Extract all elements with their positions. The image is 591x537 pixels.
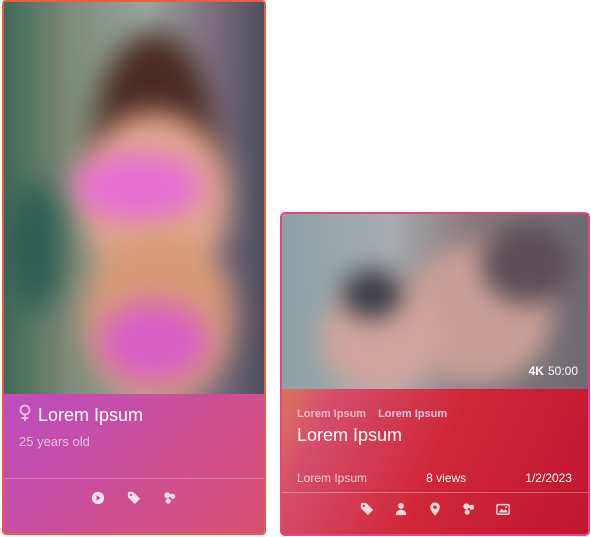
profile-age: 25 years old	[19, 434, 90, 449]
video-author[interactable]: Lorem Ipsum	[297, 471, 367, 485]
profile-thumbnail[interactable]	[4, 2, 264, 394]
view-count: 8 views	[426, 471, 467, 485]
divider	[282, 492, 588, 493]
video-title[interactable]: Lorem Ipsum	[297, 425, 402, 446]
play-icon[interactable]	[90, 490, 106, 506]
person-icon[interactable]	[393, 501, 409, 517]
profile-name[interactable]: Lorem Ipsum	[38, 405, 143, 426]
upload-date: 1/2/2023	[525, 471, 572, 485]
gallery-icon[interactable]	[495, 501, 511, 517]
category-tag[interactable]: Lorem Ipsum	[297, 408, 366, 420]
fan-icon[interactable]	[461, 501, 477, 517]
video-thumbnail[interactable]	[282, 214, 588, 389]
quality-label: 4K	[528, 364, 544, 378]
duration-label: 50:00	[547, 364, 578, 378]
video-card[interactable]: 4K 50:00 Lorem Ipsum Lorem Ipsum Lorem I…	[280, 212, 590, 536]
tag-icon[interactable]	[359, 501, 375, 517]
female-icon	[18, 404, 32, 427]
category-tag[interactable]: Lorem Ipsum	[378, 408, 447, 420]
video-duration-badge: 4K 50:00	[529, 364, 578, 378]
fan-icon[interactable]	[162, 490, 178, 506]
profile-card[interactable]: Lorem Ipsum 25 years old	[2, 0, 266, 535]
location-pin-icon[interactable]	[427, 501, 443, 517]
divider	[4, 478, 264, 479]
tag-icon[interactable]	[126, 490, 142, 506]
